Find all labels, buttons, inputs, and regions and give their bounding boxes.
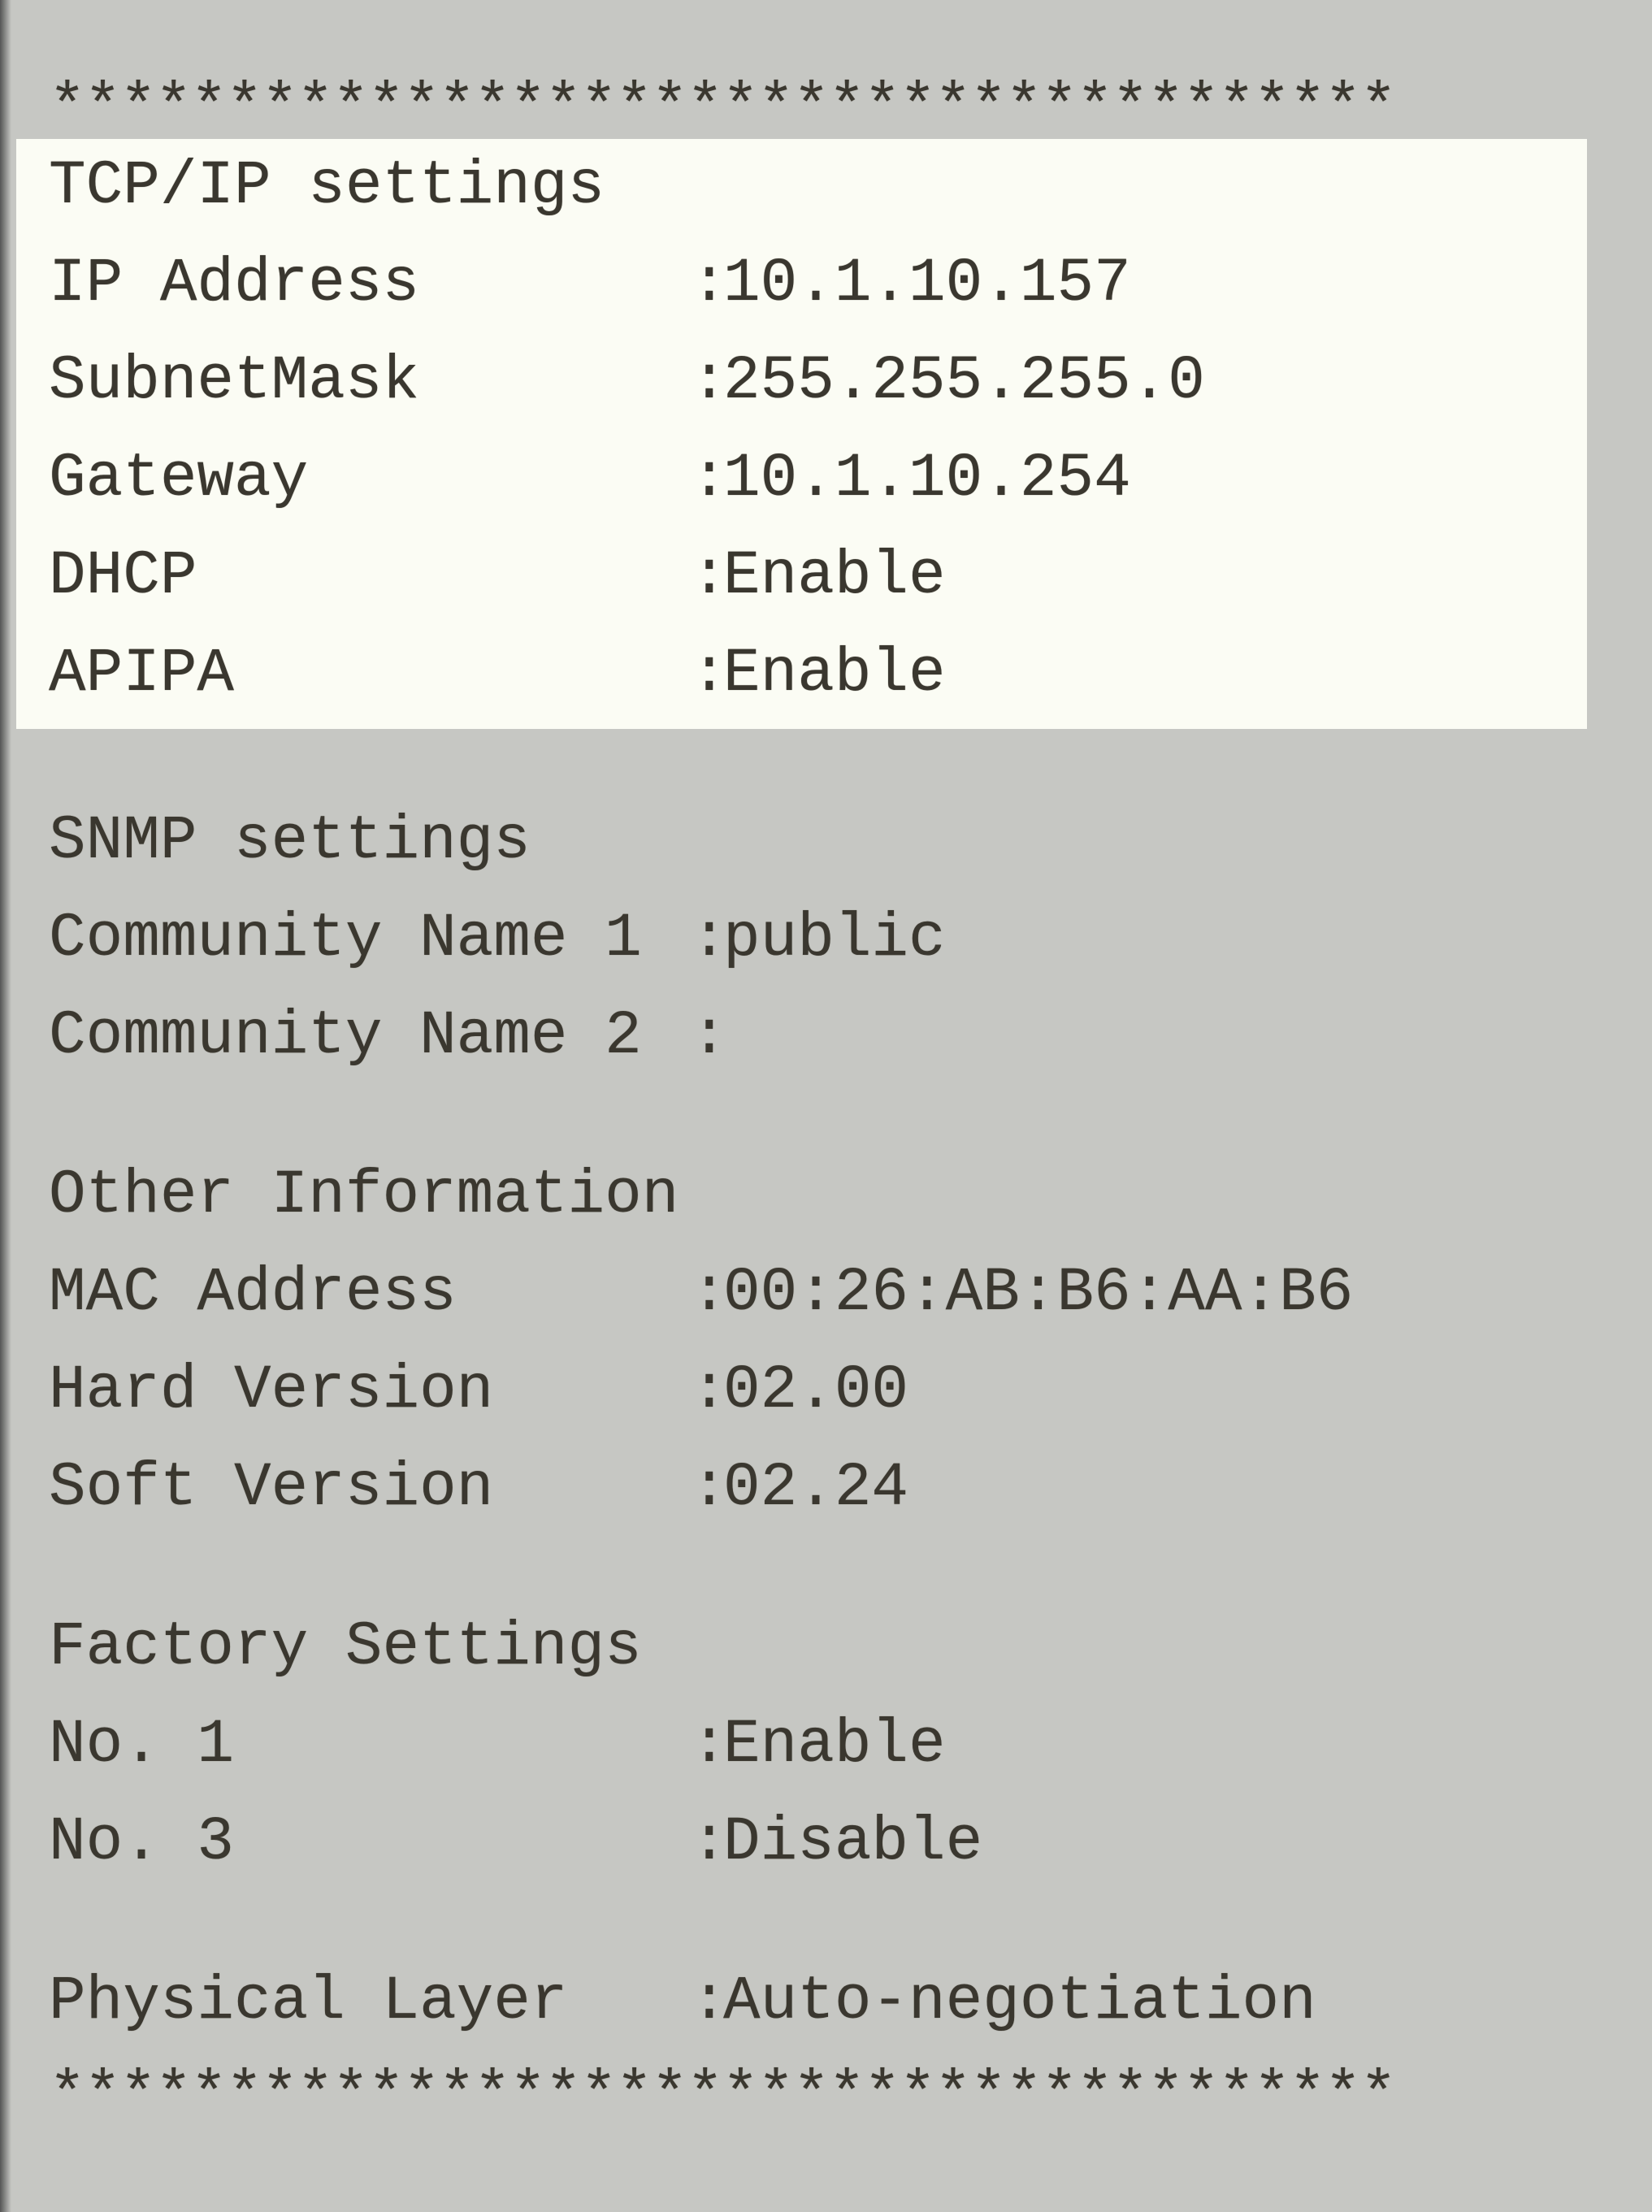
separator-bottom: **************************************: [49, 2065, 1636, 2127]
colon-icon: :: [691, 1262, 723, 1324]
label-apipa: APIPA: [49, 643, 691, 705]
value-apipa: Enable: [723, 643, 946, 705]
section-gap: [49, 729, 1636, 810]
colon-icon: :: [691, 448, 723, 510]
row-ip-address: IP Address : 10.1.10.157: [49, 253, 1571, 314]
label-mac-address: MAC Address: [49, 1262, 691, 1324]
label-community-2: Community Name 2: [49, 1005, 691, 1067]
label-factory-no1: No. 1: [49, 1714, 691, 1776]
value-dhcp: Enable: [723, 545, 946, 607]
row-mac-address: MAC Address : 00:26:AB:B6:AA:B6: [49, 1262, 1636, 1324]
colon-icon: :: [691, 1971, 723, 2032]
row-community-2: Community Name 2 :: [49, 1005, 1636, 1067]
row-factory-no1: No. 1 : Enable: [49, 1714, 1636, 1776]
colon-icon: :: [691, 1714, 723, 1776]
value-factory-no3: Disable: [723, 1811, 982, 1873]
row-dhcp: DHCP : Enable: [49, 545, 1571, 607]
row-subnet-mask: SubnetMask : 255.255.255.0: [49, 350, 1571, 412]
label-gateway: Gateway: [49, 448, 691, 510]
colon-icon: :: [691, 1005, 723, 1067]
label-ip-address: IP Address: [49, 253, 691, 314]
value-factory-no1: Enable: [723, 1714, 946, 1776]
label-community-1: Community Name 1: [49, 908, 691, 969]
value-gateway: 10.1.10.254: [723, 448, 1131, 510]
label-factory-no3: No. 3: [49, 1811, 691, 1873]
colon-icon: :: [691, 908, 723, 969]
row-factory-no3: No. 3 : Disable: [49, 1811, 1636, 1873]
colon-icon: :: [691, 643, 723, 705]
colon-icon: :: [691, 545, 723, 607]
receipt-printout: ************************************** T…: [0, 0, 1652, 2212]
row-hard-version: Hard Version : 02.00: [49, 1360, 1636, 1421]
colon-icon: :: [691, 350, 723, 412]
page-edge-shadow: [0, 0, 11, 2212]
label-subnet-mask: SubnetMask: [49, 350, 691, 412]
colon-icon: :: [691, 1811, 723, 1873]
separator-top: **************************************: [49, 77, 1636, 139]
section-gap: [49, 1519, 1636, 1616]
section-gap: [49, 1067, 1636, 1165]
value-ip-address: 10.1.10.157: [723, 253, 1131, 314]
colon-icon: :: [691, 253, 723, 314]
row-soft-version: Soft Version : 02.24: [49, 1457, 1636, 1519]
value-community-1: public: [723, 908, 946, 969]
value-mac-address: 00:26:AB:B6:AA:B6: [723, 1262, 1353, 1324]
value-subnet-mask: 255.255.255.0: [723, 350, 1205, 412]
label-dhcp: DHCP: [49, 545, 691, 607]
value-hard-version: 02.00: [723, 1360, 908, 1421]
snmp-title: SNMP settings: [49, 810, 1636, 872]
factory-title: Factory Settings: [49, 1616, 1636, 1678]
colon-icon: :: [691, 1360, 723, 1421]
tcpip-section-highlight: TCP/IP settings IP Address : 10.1.10.157…: [16, 139, 1587, 729]
row-gateway: Gateway : 10.1.10.254: [49, 448, 1571, 510]
section-gap: [49, 1873, 1636, 1971]
value-soft-version: 02.24: [723, 1457, 908, 1519]
tcpip-title: TCP/IP settings: [49, 155, 1571, 217]
row-community-1: Community Name 1 : public: [49, 908, 1636, 969]
label-physical-layer: Physical Layer: [49, 1971, 691, 2032]
label-soft-version: Soft Version: [49, 1457, 691, 1519]
value-physical-layer: Auto-negotiation: [723, 1971, 1316, 2032]
colon-icon: :: [691, 1457, 723, 1519]
row-apipa: APIPA : Enable: [49, 643, 1571, 705]
row-physical-layer: Physical Layer : Auto-negotiation: [49, 1971, 1636, 2032]
other-info-title: Other Information: [49, 1165, 1636, 1226]
label-hard-version: Hard Version: [49, 1360, 691, 1421]
